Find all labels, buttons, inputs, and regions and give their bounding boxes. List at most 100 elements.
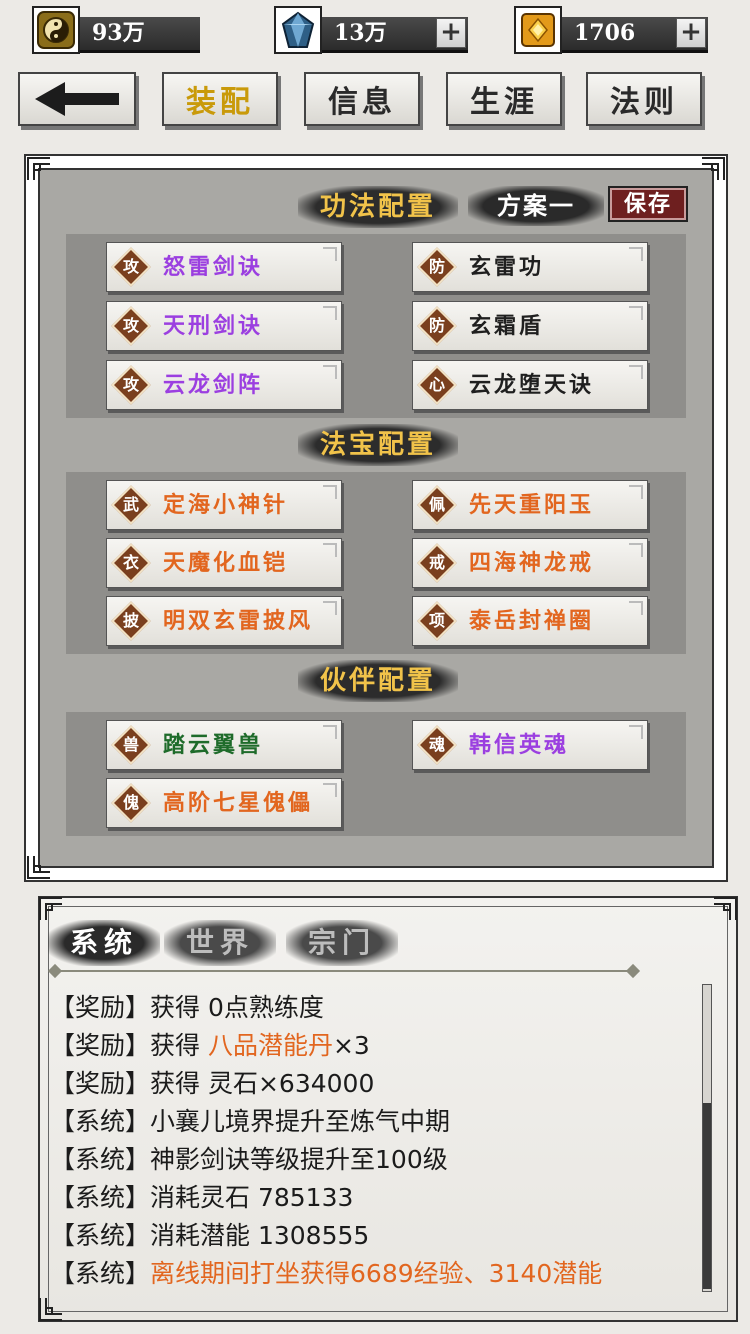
slot-type-label: 攻	[122, 316, 139, 335]
chat-message-highlight: 八品潜能丹	[207, 1031, 333, 1060]
corner-ornament-icon	[702, 157, 725, 180]
chat-scrollbar[interactable]	[702, 984, 712, 1292]
treasure-config-title: 法宝配置	[298, 424, 458, 466]
tab-info[interactable]: 信息	[304, 72, 420, 126]
slot-corner-deco-icon	[323, 725, 337, 739]
slot-type-label: 戒	[428, 553, 445, 572]
slot-corner-deco-icon	[629, 365, 643, 379]
equip-slot[interactable]: 傀 高阶七星傀儡	[106, 778, 342, 828]
slot-corner-deco-icon	[323, 247, 337, 261]
coins-value: 93万	[80, 17, 200, 53]
add-crystals-button[interactable]: +	[436, 18, 466, 48]
corner-ornament-icon	[27, 856, 50, 879]
chat-message-prefix: 【系统】	[50, 1221, 151, 1250]
add-gold-button[interactable]: +	[676, 18, 706, 48]
skills-config-title: 功法配置	[298, 186, 458, 228]
equip-slot[interactable]: 魂 韩信英魂	[412, 720, 648, 770]
chat-message-text: 获得 灵石×634000	[150, 1069, 375, 1098]
tab-rules[interactable]: 法则	[586, 72, 702, 126]
taiji-coin-icon	[32, 6, 80, 54]
chat-message-list[interactable]: 【奖励】获得 0点熟练度 【奖励】获得 八品潜能丹×3 【奖励】获得 灵石×6340…	[44, 974, 694, 1294]
equip-slot[interactable]: 项 泰岳封禅圈	[412, 596, 648, 646]
chat-message-text: 消耗潜能 1308555	[150, 1221, 370, 1250]
slot-item-name: 云龙堕天诀	[469, 372, 595, 398]
scheme-selector[interactable]: 方案一	[468, 186, 604, 226]
gold-ingot-icon	[514, 6, 562, 54]
slot-item-name: 先天重阳玉	[469, 492, 595, 518]
equip-slot[interactable]: 攻 怒雷剑诀	[106, 242, 342, 292]
slot-item-name: 明双玄雷披风	[163, 608, 314, 634]
equip-slot[interactable]: 心 云龙堕天诀	[412, 360, 648, 410]
slot-item-name: 高阶七星傀儡	[163, 790, 314, 816]
slot-type-label: 武	[122, 495, 139, 514]
chat-tab-sect[interactable]: 宗门	[286, 920, 398, 966]
chat-message-prefix: 【系统】	[50, 1107, 151, 1136]
slot-corner-deco-icon	[323, 365, 337, 379]
chat-scroll-thumb[interactable]	[703, 1103, 711, 1289]
equip-slot[interactable]: 披 明双玄雷披风	[106, 596, 342, 646]
slot-type-label: 兽	[122, 735, 139, 754]
chat-message: 【系统】离线期间打坐获得6689经验、3140潜能	[50, 1256, 602, 1292]
equip-slot[interactable]: 武 定海小神针	[106, 480, 342, 530]
slot-corner-deco-icon	[629, 543, 643, 557]
chat-message-prefix: 【系统】	[50, 1183, 151, 1212]
partner-config-title: 伙伴配置	[298, 660, 458, 702]
tab-career[interactable]: 生涯	[446, 72, 562, 126]
corner-ornament-icon	[39, 897, 62, 920]
resource-coins: 93万	[32, 6, 200, 54]
slot-type-label: 项	[428, 611, 445, 630]
slot-item-name: 定海小神针	[163, 492, 289, 518]
chat-message: 【系统】消耗潜能 1308555	[50, 1218, 369, 1254]
slot-type-label: 防	[428, 257, 445, 276]
slot-item-name: 韩信英魂	[469, 732, 570, 758]
save-button[interactable]: 保存	[608, 186, 688, 222]
slot-type-label: 魂	[428, 735, 445, 754]
chat-message-text: 获得	[150, 1031, 208, 1060]
chat-message-text: 获得 0点熟练度	[150, 993, 324, 1022]
slot-corner-deco-icon	[629, 485, 643, 499]
chat-message: 【系统】小襄儿境界提升至炼气中期	[50, 1104, 450, 1140]
chat-message-prefix: 【系统】	[50, 1259, 151, 1288]
tab-equip[interactable]: 装配	[162, 72, 278, 126]
equip-slot[interactable]: 攻 天刑剑诀	[106, 301, 342, 351]
chat-tab-system[interactable]: 系统	[48, 920, 160, 966]
slot-corner-deco-icon	[629, 725, 643, 739]
equip-slot[interactable]: 防 玄霜盾	[412, 301, 648, 351]
chat-message-highlight: 离线期间打坐获得6689经验、3140潜能	[150, 1259, 603, 1288]
chat-message-text: 小襄儿境界提升至炼气中期	[150, 1107, 451, 1136]
slot-type-label: 心	[428, 375, 445, 394]
equip-slot[interactable]: 兽 踏云翼兽	[106, 720, 342, 770]
slot-type-label: 防	[428, 316, 445, 335]
equip-slot[interactable]: 戒 四海神龙戒	[412, 538, 648, 588]
chat-message: 【奖励】获得 灵石×634000	[50, 1066, 374, 1102]
equip-slot[interactable]: 防 玄雷功	[412, 242, 648, 292]
chat-divider	[47, 963, 641, 979]
corner-ornament-icon	[27, 157, 50, 180]
back-button[interactable]	[18, 72, 136, 126]
slot-item-name: 天魔化血铠	[163, 550, 289, 576]
slot-item-name: 天刑剑诀	[163, 313, 264, 339]
slot-type-label: 佩	[428, 495, 445, 514]
resource-crystals: 13万 +	[274, 6, 468, 54]
chat-message-prefix: 【奖励】	[50, 993, 151, 1022]
chat-message-prefix: 【奖励】	[50, 1031, 151, 1060]
equip-slot[interactable]: 衣 天魔化血铠	[106, 538, 342, 588]
equip-slot[interactable]: 佩 先天重阳玉	[412, 480, 648, 530]
equip-slot[interactable]: 攻 云龙剑阵	[106, 360, 342, 410]
slot-corner-deco-icon	[629, 247, 643, 261]
slot-item-name: 四海神龙戒	[469, 550, 595, 576]
chat-tab-world[interactable]: 世界	[164, 920, 276, 966]
chat-message: 【奖励】获得 0点熟练度	[50, 990, 324, 1026]
slot-item-name: 泰岳封禅圈	[469, 608, 595, 634]
corner-ornament-icon	[714, 897, 737, 920]
chat-message: 【系统】神影剑诀等级提升至100级	[50, 1142, 448, 1178]
slot-type-label: 披	[122, 611, 139, 630]
slot-type-label: 攻	[122, 257, 139, 276]
slot-type-label: 傀	[122, 793, 139, 812]
slot-type-label: 攻	[122, 375, 139, 394]
slot-item-name: 云龙剑阵	[163, 372, 264, 398]
slot-corner-deco-icon	[629, 306, 643, 320]
back-arrow-icon	[35, 82, 119, 116]
chat-message-prefix: 【奖励】	[50, 1069, 151, 1098]
chat-message: 【奖励】获得 八品潜能丹×3	[50, 1028, 370, 1064]
